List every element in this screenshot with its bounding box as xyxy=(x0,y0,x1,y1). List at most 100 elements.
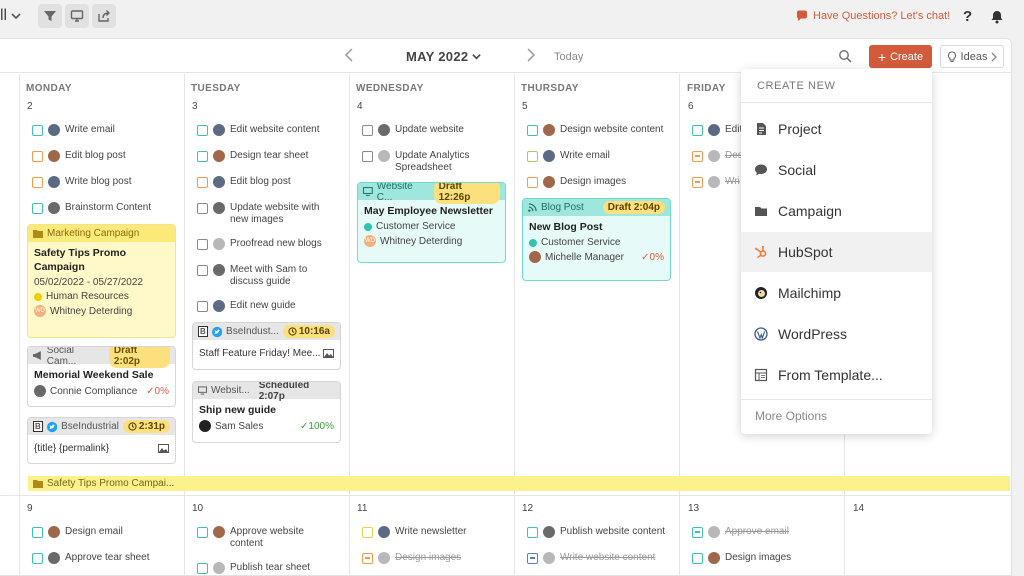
help-button[interactable]: ? xyxy=(963,8,972,25)
task-item[interactable]: Update website xyxy=(362,124,464,136)
share-button[interactable] xyxy=(92,4,116,28)
task-item[interactable]: Design images xyxy=(527,176,626,188)
twitter-post-card[interactable]: B BseIndustrial 2:31p {title} {permalink… xyxy=(27,417,176,464)
task-checkbox-partial[interactable] xyxy=(692,526,703,538)
avatar xyxy=(543,150,555,162)
task-checkbox[interactable] xyxy=(197,526,208,538)
task-checkbox[interactable] xyxy=(32,176,43,188)
social-card[interactable]: Social Cam... Draft 2:02p Memorial Weeke… xyxy=(27,346,176,407)
website-card[interactable]: Websit... Scheduled 2:07p Ship new guide… xyxy=(192,381,341,443)
avatar xyxy=(48,526,60,538)
chat-link[interactable]: Have Questions? Let's chat! xyxy=(796,10,950,22)
task-item[interactable]: Wri xyxy=(692,176,740,188)
task-checkbox[interactable] xyxy=(32,150,43,162)
display-button[interactable] xyxy=(65,4,89,28)
task-item[interactable]: Update website with new images xyxy=(197,202,329,226)
task-item[interactable]: Design website content xyxy=(527,124,663,136)
task-item[interactable]: Design images xyxy=(692,552,791,564)
blog-post-card[interactable]: Blog Post Draft 2:04p New Blog Post Cust… xyxy=(522,198,671,281)
filter-button[interactable] xyxy=(38,4,62,28)
website-card[interactable]: Website C... Draft 12:26p May Employee N… xyxy=(357,182,506,263)
today-button[interactable]: Today xyxy=(554,51,583,63)
avatar xyxy=(543,124,555,136)
task-checkbox[interactable] xyxy=(32,526,43,538)
card-title: May Employee Newsletter xyxy=(364,205,493,217)
campaign-card[interactable]: Marketing Campaign Safety Tips Promo Cam… xyxy=(27,224,176,338)
menu-item-campaign[interactable]: Campaign xyxy=(741,191,932,231)
task-checkbox[interactable] xyxy=(527,124,538,136)
task-item[interactable]: Edit blog post xyxy=(32,150,126,162)
task-checkbox[interactable] xyxy=(362,526,373,538)
ideas-button[interactable]: Ideas xyxy=(940,45,1004,68)
task-item[interactable]: Publish tear sheet xyxy=(197,562,310,574)
task-item[interactable]: Approve website content xyxy=(197,526,329,550)
task-checkbox[interactable] xyxy=(527,150,538,162)
card-header: B BseIndustrial 2:31p xyxy=(28,418,175,435)
task-item[interactable]: Publish website content xyxy=(527,526,665,538)
menu-item-label: Project xyxy=(778,121,822,137)
task-checkbox[interactable] xyxy=(197,176,208,188)
task-checkbox[interactable] xyxy=(32,124,43,136)
task-checkbox[interactable] xyxy=(692,552,703,564)
twitter-post-card[interactable]: B BseIndust... 10:16a Staff Feature Frid… xyxy=(192,322,341,370)
task-item[interactable]: Edit xyxy=(692,124,742,136)
task-item[interactable]: Edit website content xyxy=(197,124,320,136)
task-item[interactable]: Write email xyxy=(527,150,610,162)
task-item[interactable]: Write website content xyxy=(527,552,655,564)
search-icon[interactable] xyxy=(838,49,852,63)
task-item[interactable]: Design tear sheet xyxy=(197,150,308,162)
prev-month-button[interactable] xyxy=(344,48,354,65)
campaign-bar[interactable]: Safety Tips Promo Campai... xyxy=(28,476,1010,491)
task-checkbox[interactable] xyxy=(32,202,43,214)
task-checkbox[interactable] xyxy=(197,202,208,214)
task-item[interactable]: Write email xyxy=(32,124,115,136)
bell-icon[interactable] xyxy=(990,10,1004,24)
task-item[interactable]: Des xyxy=(692,150,743,162)
next-month-button[interactable] xyxy=(526,48,536,65)
task-checkbox[interactable] xyxy=(197,300,208,312)
task-item[interactable]: Design email xyxy=(32,526,123,538)
task-item[interactable]: Design images xyxy=(362,552,461,564)
task-checkbox[interactable] xyxy=(527,176,538,188)
task-checkbox[interactable] xyxy=(197,562,208,574)
menu-item-from-template[interactable]: From Template... xyxy=(741,355,932,395)
task-checkbox-partial[interactable] xyxy=(527,552,538,564)
chevron-left-icon xyxy=(344,48,353,62)
task-checkbox[interactable] xyxy=(362,150,373,162)
task-checkbox[interactable] xyxy=(197,150,208,162)
task-item[interactable]: Write newsletter xyxy=(362,526,467,538)
menu-item-wordpress[interactable]: WordPress xyxy=(741,314,932,354)
task-checkbox[interactable] xyxy=(197,238,208,250)
view-selector[interactable]: ll xyxy=(0,7,21,25)
task-checkbox[interactable] xyxy=(197,124,208,136)
menu-item-social[interactable]: Social xyxy=(741,150,932,190)
task-checkbox[interactable] xyxy=(32,552,43,564)
month-selector[interactable]: MAY 2022 xyxy=(406,49,482,64)
task-label: Write email xyxy=(560,150,610,161)
more-options-link[interactable]: More Options xyxy=(755,409,827,423)
task-item[interactable]: Brainstorm Content xyxy=(32,202,151,214)
card-header: Social Cam... Draft 2:02p xyxy=(28,347,175,368)
folder-icon xyxy=(33,480,43,488)
menu-item-mailchimp[interactable]: Mailchimp xyxy=(741,273,932,313)
create-button[interactable]: + Create xyxy=(869,45,932,68)
task-item[interactable]: Proofread new blogs xyxy=(197,238,322,250)
task-item[interactable]: Approve email xyxy=(692,526,789,538)
task-checkbox-partial[interactable] xyxy=(692,150,703,162)
task-item[interactable]: Approve tear sheet xyxy=(32,552,150,564)
menu-item-hubspot[interactable]: HubSpot xyxy=(741,232,932,272)
task-item[interactable]: Meet with Sam to discuss guide xyxy=(197,264,329,288)
task-item[interactable]: Update Analytics Spreadsheet xyxy=(362,150,494,174)
task-checkbox-partial[interactable] xyxy=(692,176,703,188)
task-checkbox-partial[interactable] xyxy=(362,552,373,564)
task-checkbox[interactable] xyxy=(362,124,373,136)
campaign-bar-label: Safety Tips Promo Campai... xyxy=(47,478,175,489)
menu-item-project[interactable]: Project xyxy=(741,109,932,149)
task-checkbox[interactable] xyxy=(527,526,538,538)
task-item[interactable]: Write blog post xyxy=(32,176,132,188)
task-item[interactable]: Edit new guide xyxy=(197,300,296,312)
task-checkbox[interactable] xyxy=(692,124,703,136)
task-checkbox[interactable] xyxy=(197,264,208,276)
avatar xyxy=(708,150,720,162)
task-item[interactable]: Edit blog post xyxy=(197,176,291,188)
